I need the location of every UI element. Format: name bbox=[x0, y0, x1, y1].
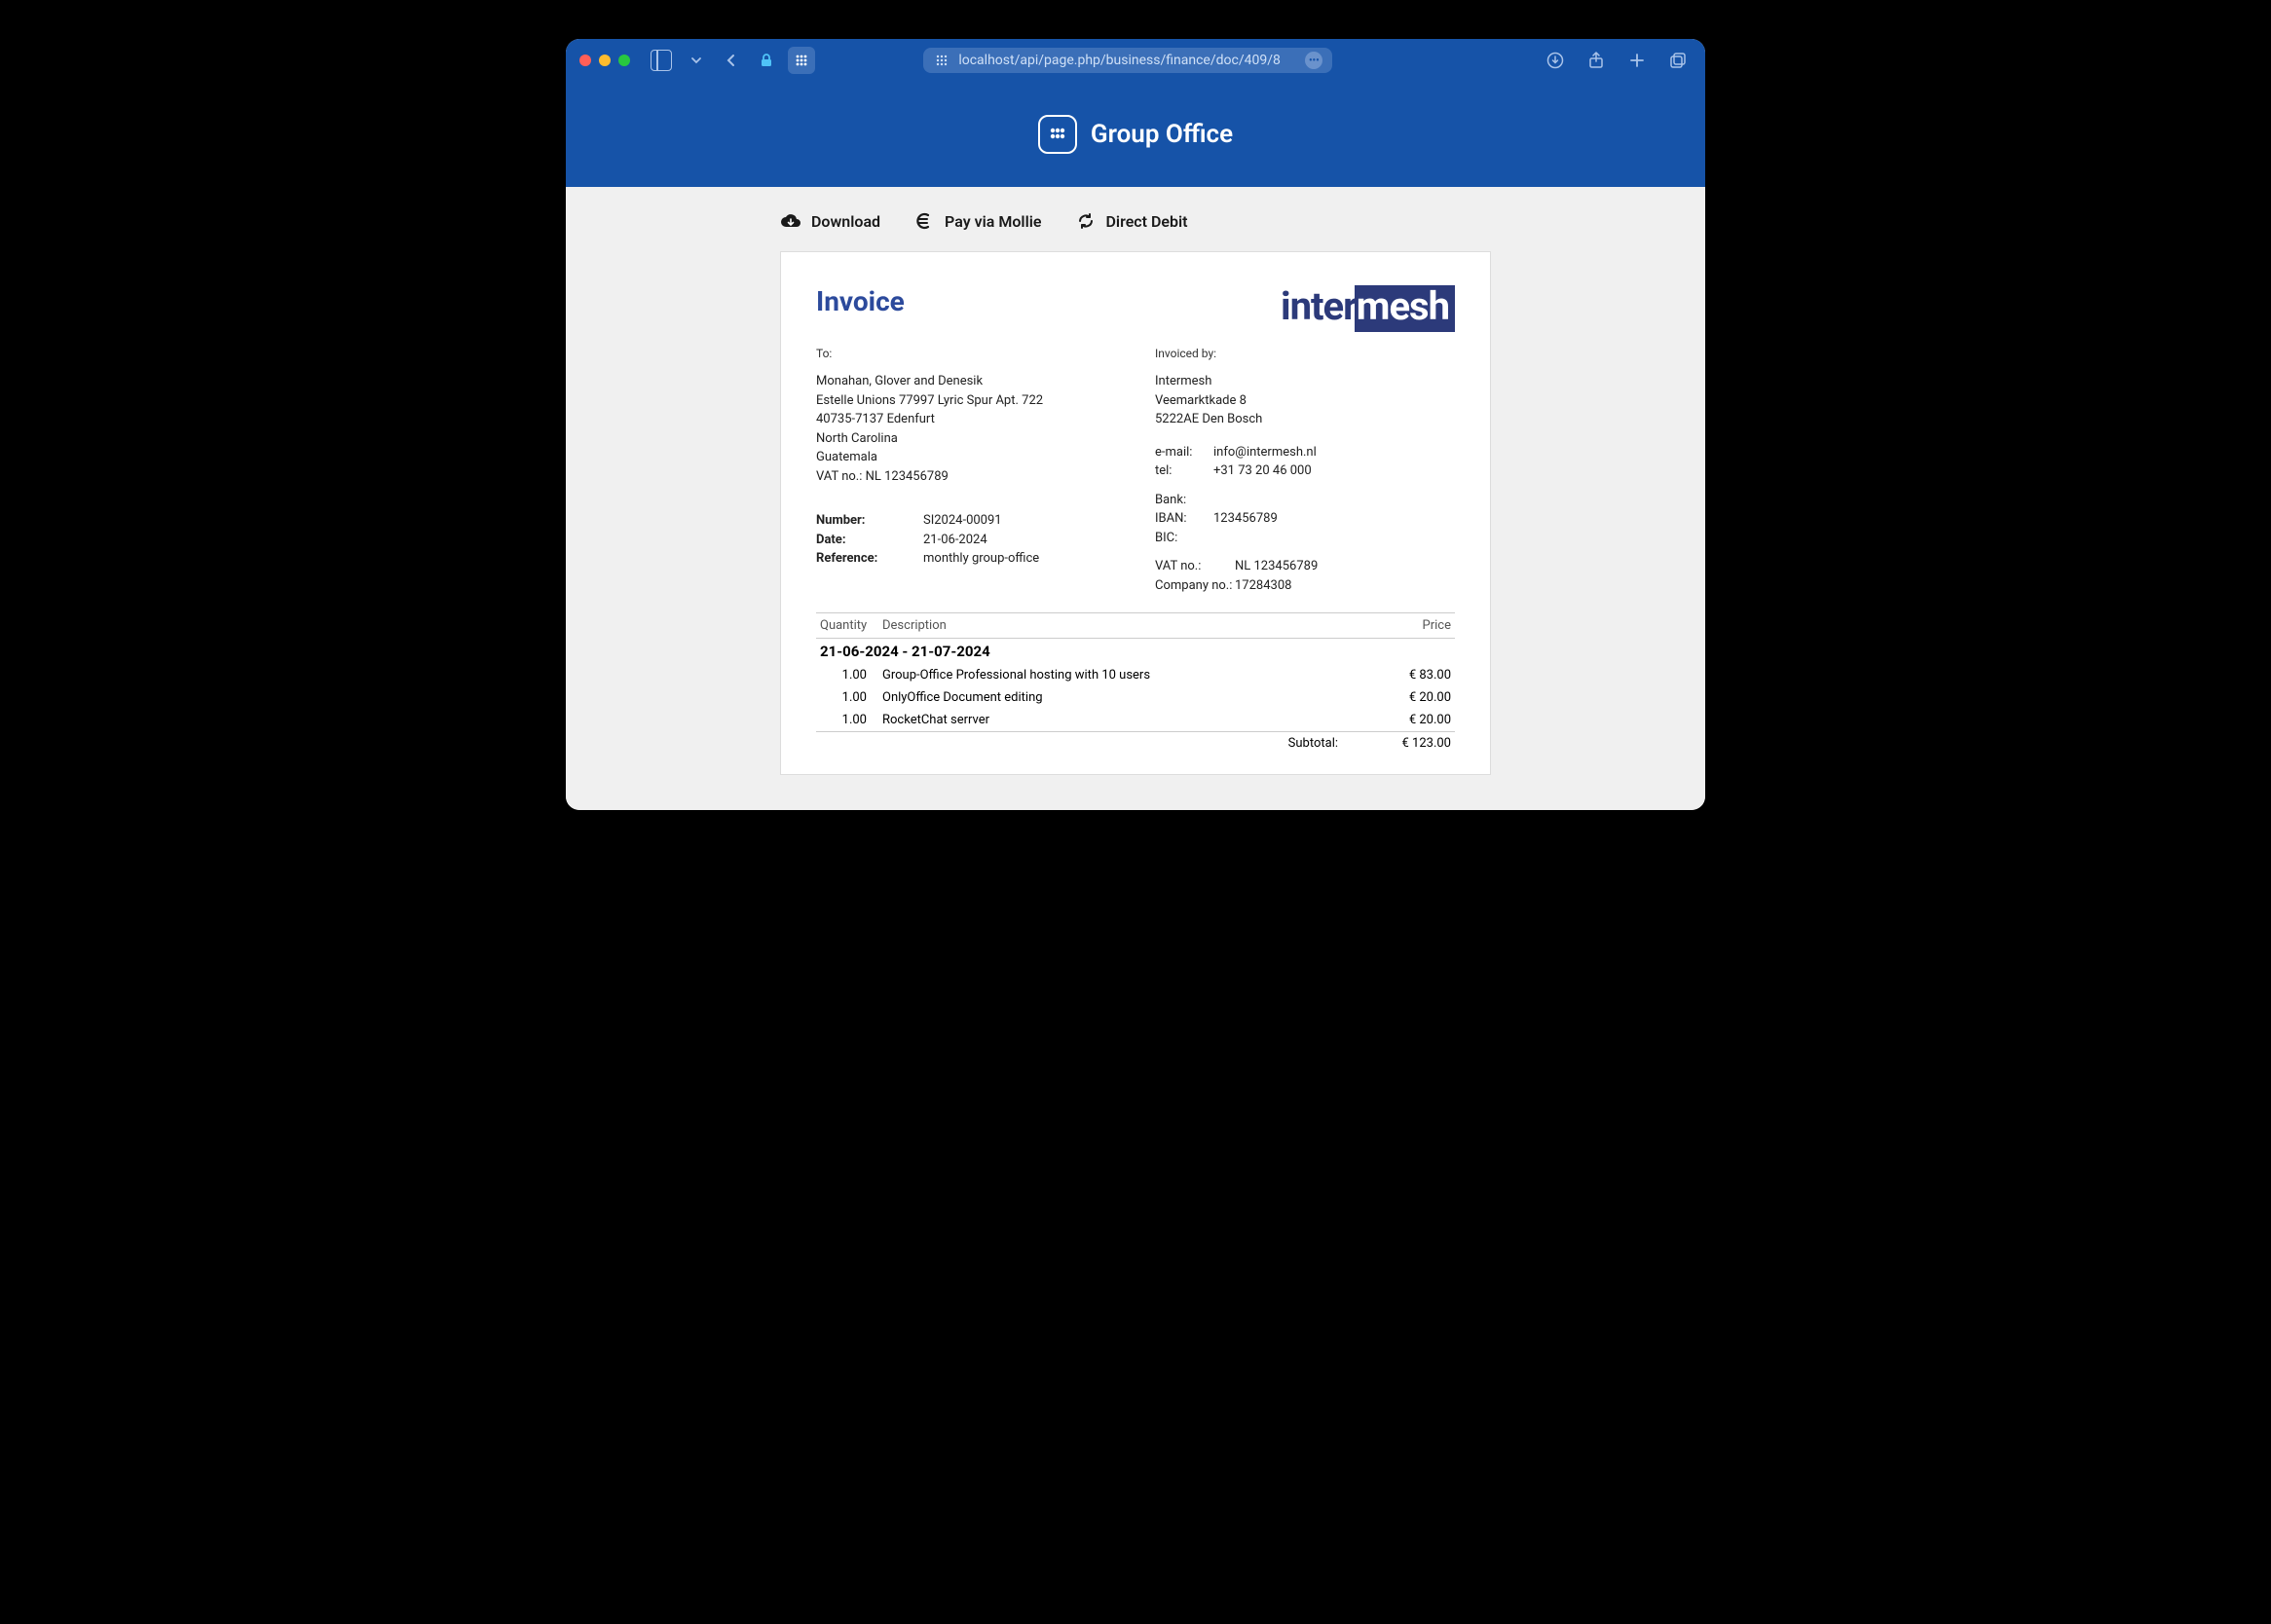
content-area: Download Pay via Mollie Direct Debit Inv… bbox=[566, 187, 1705, 810]
sidebar-toggle-icon[interactable] bbox=[648, 47, 675, 74]
line-price: € 20.00 bbox=[1377, 709, 1455, 732]
browser-window: localhost/api/page.php/business/finance/… bbox=[566, 39, 1705, 810]
site-grid-icon bbox=[933, 52, 950, 69]
subtotal-value: € 123.00 bbox=[1377, 732, 1455, 756]
browser-right-controls bbox=[1542, 47, 1692, 74]
lock-icon[interactable] bbox=[753, 47, 780, 74]
pay-button[interactable]: Pay via Mollie bbox=[913, 210, 1041, 232]
direct-debit-button[interactable]: Direct Debit bbox=[1075, 210, 1188, 232]
invoice-title: Invoice bbox=[816, 285, 905, 317]
iban-label: IBAN: bbox=[1155, 509, 1213, 529]
date-label: Date: bbox=[816, 531, 923, 550]
line-item-row: 1.00Group-Office Professional hosting wi… bbox=[816, 664, 1455, 686]
to-label: To: bbox=[816, 345, 1116, 362]
company-value: 17284308 bbox=[1235, 576, 1291, 596]
euro-icon bbox=[913, 210, 935, 232]
line-price: € 20.00 bbox=[1377, 686, 1455, 709]
col-description: Description bbox=[878, 613, 1377, 639]
number-value: SI2024-00091 bbox=[923, 511, 1002, 531]
email-value: info@intermesh.nl bbox=[1213, 443, 1317, 462]
url-text: localhost/api/page.php/business/finance/… bbox=[958, 53, 1297, 68]
line-desc: Group-Office Professional hosting with 1… bbox=[878, 664, 1377, 686]
date-value: 21-06-2024 bbox=[923, 531, 987, 550]
iban-value: 123456789 bbox=[1213, 509, 1278, 529]
vat-value: NL 123456789 bbox=[1235, 557, 1318, 576]
to-address: Monahan, Glover and Denesik Estelle Unio… bbox=[816, 372, 1116, 486]
back-icon[interactable] bbox=[718, 47, 745, 74]
app-header: Group Office bbox=[566, 82, 1705, 187]
line-desc: RocketChat serrver bbox=[878, 709, 1377, 732]
vendor-logo: intermesh bbox=[1281, 285, 1455, 332]
col-price: Price bbox=[1377, 613, 1455, 639]
line-desc: OnlyOffice Document editing bbox=[878, 686, 1377, 709]
line-qty: 1.00 bbox=[816, 686, 878, 709]
tab-overview-icon[interactable] bbox=[1664, 47, 1692, 74]
invoiced-by-label: Invoiced by: bbox=[1155, 345, 1455, 362]
window-controls bbox=[579, 55, 630, 66]
tel-label: tel: bbox=[1155, 461, 1213, 481]
downloads-icon[interactable] bbox=[1542, 47, 1569, 74]
reference-value: monthly group-office bbox=[923, 549, 1039, 569]
tel-value: +31 73 20 46 000 bbox=[1213, 461, 1312, 481]
subtotal-label: Subtotal: bbox=[878, 732, 1377, 756]
vat-label: VAT no.: bbox=[1155, 557, 1235, 576]
bank-label: Bank: bbox=[1155, 491, 1213, 510]
bill-to-block: To: Monahan, Glover and Denesik Estelle … bbox=[816, 345, 1116, 595]
action-toolbar: Download Pay via Mollie Direct Debit bbox=[566, 187, 1705, 251]
col-quantity: Quantity bbox=[816, 613, 878, 639]
close-window-button[interactable] bbox=[579, 55, 591, 66]
line-item-row: 1.00RocketChat serrver€ 20.00 bbox=[816, 709, 1455, 732]
new-tab-icon[interactable] bbox=[1623, 47, 1651, 74]
address-bar[interactable]: localhost/api/page.php/business/finance/… bbox=[923, 48, 1332, 73]
sync-icon bbox=[1075, 210, 1097, 232]
invoice-document: Invoice intermesh To: Monahan, Glover an… bbox=[780, 251, 1491, 775]
share-icon[interactable] bbox=[1582, 47, 1610, 74]
bic-label: BIC: bbox=[1155, 529, 1213, 548]
url-overflow-icon[interactable]: ••• bbox=[1305, 52, 1322, 69]
app-grid-icon[interactable] bbox=[788, 47, 815, 74]
vendor-logo-part1: inter bbox=[1281, 287, 1357, 326]
line-item-row: 1.00OnlyOffice Document editing€ 20.00 bbox=[816, 686, 1455, 709]
line-qty: 1.00 bbox=[816, 664, 878, 686]
cloud-download-icon bbox=[780, 210, 801, 232]
maximize-window-button[interactable] bbox=[618, 55, 630, 66]
line-price: € 83.00 bbox=[1377, 664, 1455, 686]
invoiced-by-block: Invoiced by: Intermesh Veemarktkade 8 52… bbox=[1155, 345, 1455, 595]
line-qty: 1.00 bbox=[816, 709, 878, 732]
line-items-table: Quantity Description Price 21-06-2024 - … bbox=[816, 612, 1455, 755]
direct-debit-label: Direct Debit bbox=[1106, 212, 1188, 231]
email-label: e-mail: bbox=[1155, 443, 1213, 462]
browser-toolbar: localhost/api/page.php/business/finance/… bbox=[566, 39, 1705, 82]
vendor-contact: e-mail:info@intermesh.nl tel:+31 73 20 4… bbox=[1155, 433, 1455, 596]
company-label: Company no.: bbox=[1155, 576, 1235, 596]
minimize-window-button[interactable] bbox=[599, 55, 611, 66]
billing-period: 21-06-2024 - 21-07-2024 bbox=[816, 639, 1455, 665]
app-title: Group Office bbox=[1091, 120, 1233, 149]
from-address: Intermesh Veemarktkade 8 5222AE Den Bosc… bbox=[1155, 372, 1455, 429]
reference-label: Reference: bbox=[816, 549, 923, 569]
chevron-down-icon[interactable] bbox=[683, 47, 710, 74]
number-label: Number: bbox=[816, 511, 923, 531]
download-label: Download bbox=[811, 212, 880, 231]
download-button[interactable]: Download bbox=[780, 210, 880, 232]
app-logo-icon bbox=[1038, 115, 1077, 154]
vendor-logo-part2: mesh bbox=[1355, 285, 1455, 332]
pay-label: Pay via Mollie bbox=[945, 212, 1041, 231]
invoice-meta: Number: SI2024-00091 Date: 21-06-2024 Re… bbox=[816, 511, 1116, 569]
